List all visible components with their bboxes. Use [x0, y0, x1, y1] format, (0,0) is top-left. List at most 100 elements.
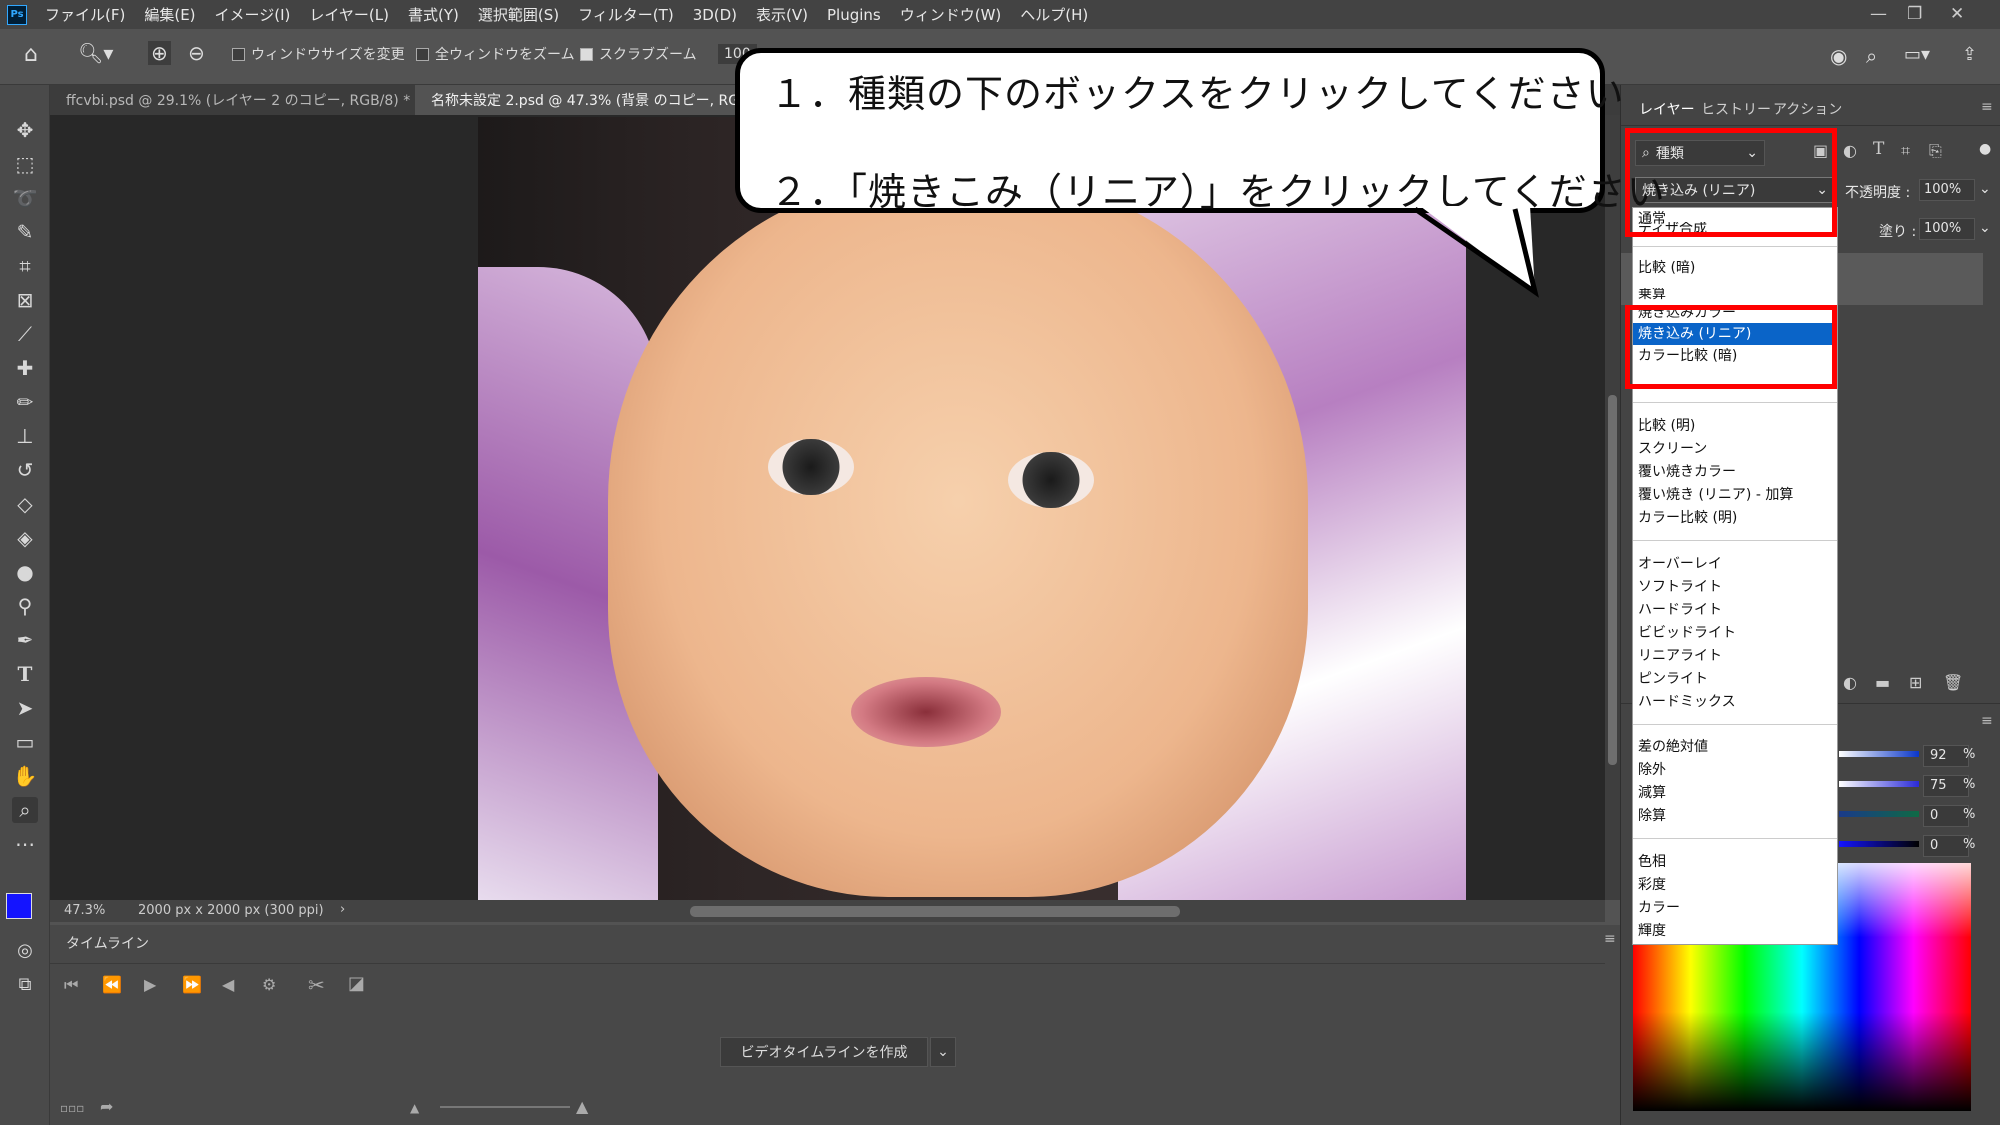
lasso-tool-icon[interactable]: ➰ — [12, 185, 38, 211]
tab-untitled-2[interactable]: 名称未設定 2.psd @ 47.3% (背景 のコピー, RGB — [415, 85, 787, 115]
zoom-all-checkbox[interactable]: 全ウィンドウをズーム — [416, 44, 575, 64]
menu-type[interactable]: 書式(Y) — [408, 4, 459, 25]
blend-divide[interactable]: 除算 — [1638, 805, 1834, 827]
chevron-down-icon[interactable]: ⌄ — [1979, 220, 1991, 236]
tab-layers[interactable]: レイヤー — [1639, 99, 1695, 119]
zoom-tool-icon[interactable]: ⌕ — [12, 797, 38, 823]
horizontal-scrollbar[interactable] — [690, 906, 1180, 917]
next-frame-icon[interactable]: ⏩ — [182, 975, 202, 994]
menu-help[interactable]: ヘルプ(H) — [1020, 4, 1088, 25]
blend-hue[interactable]: 色相 — [1638, 851, 1834, 873]
zoom-out-icon[interactable]: ⊖ — [188, 41, 205, 65]
healing-brush-tool-icon[interactable]: ✚ — [12, 355, 38, 381]
color-panel-menu-icon[interactable]: ≡ — [1981, 713, 1993, 729]
panel-menu-icon[interactable]: ≡ — [1981, 99, 1993, 115]
pen-tool-icon[interactable]: ✒ — [12, 627, 38, 653]
frame-mode-icon[interactable]: ▫▫▫ — [60, 1101, 84, 1115]
frame-tool-icon[interactable]: ⊠ — [12, 287, 38, 313]
filter-adjustment-icon[interactable]: ◐ — [1843, 141, 1857, 160]
zoom-in-icon[interactable]: ⊕ — [148, 41, 171, 65]
export-icon[interactable]: ⇪ — [1962, 44, 1977, 65]
restore-icon[interactable]: ❐ — [1907, 4, 1922, 24]
new-group-folder-icon[interactable]: ▬ — [1875, 673, 1890, 692]
blend-screen[interactable]: スクリーン — [1638, 438, 1834, 460]
zoom-level-readout[interactable]: 47.3% — [64, 903, 105, 918]
menu-file[interactable]: ファイル(F) — [45, 4, 125, 25]
timeline-menu-icon[interactable]: ≡ — [1604, 931, 1616, 947]
transition-icon[interactable]: ◪ — [348, 973, 365, 994]
screen-mode-icon[interactable]: ⧉ — [12, 971, 38, 997]
blend-color[interactable]: カラー — [1638, 897, 1834, 919]
new-layer-icon[interactable]: ⊞ — [1909, 673, 1922, 692]
eyedropper-tool-icon[interactable]: ⟋ — [12, 321, 38, 347]
first-frame-icon[interactable]: ⏮ — [64, 975, 78, 995]
more-tools-icon[interactable]: ⋯ — [12, 831, 38, 857]
paint-bucket-tool-icon[interactable]: ◈ — [12, 525, 38, 551]
close-icon[interactable]: ✕ — [1950, 4, 1964, 24]
menu-image[interactable]: イメージ(I) — [215, 4, 291, 25]
yellow-slider[interactable] — [1839, 811, 1919, 817]
filter-smart-object-icon[interactable]: ⎘ — [1929, 141, 1942, 161]
blend-linear-light[interactable]: リニアライト — [1638, 645, 1834, 667]
type-tool-icon[interactable]: T — [12, 661, 38, 687]
zoom-out-timeline-icon[interactable]: ▲ — [410, 1101, 419, 1115]
menu-plugins[interactable]: Plugins — [827, 6, 881, 24]
quick-select-tool-icon[interactable]: ✎ — [12, 219, 38, 245]
crop-tool-icon[interactable]: ⌗ — [12, 253, 38, 279]
blend-overlay[interactable]: オーバーレイ — [1638, 553, 1834, 575]
quick-mask-icon[interactable]: ◎ — [12, 937, 38, 963]
zoom-in-timeline-icon[interactable]: ▲ — [576, 1097, 588, 1116]
chevron-down-icon[interactable]: ⌄ — [1979, 181, 1991, 197]
render-arrow-icon[interactable]: ➦ — [100, 1097, 113, 1116]
tab-history[interactable]: ヒストリー — [1701, 99, 1771, 119]
marquee-tool-icon[interactable]: ⬚ — [12, 151, 38, 177]
blend-hard-light[interactable]: ハードライト — [1638, 599, 1834, 621]
settings-gear-icon[interactable]: ⚙ — [262, 975, 276, 994]
blend-multiply[interactable]: 乗算 — [1638, 288, 1834, 300]
foreground-color-swatch[interactable] — [6, 893, 32, 919]
minimize-icon[interactable]: — — [1870, 4, 1887, 24]
filter-toggle-icon[interactable]: ● — [1979, 141, 1991, 157]
menu-window[interactable]: ウィンドウ(W) — [900, 4, 1002, 25]
brush-tool-icon[interactable]: ✏ — [12, 389, 38, 415]
blend-soft-light[interactable]: ソフトライト — [1638, 576, 1834, 598]
stamp-tool-icon[interactable]: ⊥ — [12, 423, 38, 449]
create-video-timeline-button[interactable]: ビデオタイムラインを作成 — [720, 1037, 928, 1067]
filter-shape-icon[interactable]: ⌗ — [1901, 141, 1910, 161]
fill-field[interactable]: 100% — [1919, 218, 1975, 240]
blend-lighter-color[interactable]: カラー比較 (明) — [1638, 507, 1834, 529]
menu-filter[interactable]: フィルター(T) — [578, 4, 674, 25]
trash-icon[interactable]: 🗑︎ — [1943, 673, 1963, 692]
blend-vivid-light[interactable]: ビビッドライト — [1638, 622, 1834, 644]
scrubby-zoom-checkbox[interactable]: スクラブズーム — [580, 44, 697, 64]
adjustment-layer-icon[interactable]: ◐ — [1843, 673, 1857, 692]
blend-lighten[interactable]: 比較 (明) — [1638, 415, 1834, 437]
blend-exclusion[interactable]: 除外 — [1638, 759, 1834, 781]
blend-luminosity[interactable]: 輝度 — [1638, 920, 1834, 942]
blur-tool-icon[interactable]: ● — [12, 559, 38, 585]
dodge-tool-icon[interactable]: ⚲ — [12, 593, 38, 619]
blend-linear-dodge[interactable]: 覆い焼き (リニア) - 加算 — [1638, 484, 1834, 506]
black-slider[interactable] — [1839, 841, 1919, 847]
audio-icon[interactable]: ◀ — [222, 975, 234, 994]
tab-actions[interactable]: アクション — [1773, 99, 1842, 119]
share-icon[interactable]: ◉ — [1830, 44, 1847, 68]
filter-type-icon[interactable]: T — [1873, 139, 1884, 159]
eraser-tool-icon[interactable]: ◇ — [12, 491, 38, 517]
cyan-slider[interactable] — [1839, 751, 1919, 757]
vertical-scroll-thumb[interactable] — [1608, 395, 1617, 765]
search-icon[interactable]: ⌕ — [1866, 44, 1877, 68]
zoom-tool-preset-icon[interactable]: 🔍︎▾ — [78, 41, 113, 65]
menu-select[interactable]: 選択範囲(S) — [478, 4, 559, 25]
timeline-zoom-slider[interactable] — [440, 1106, 570, 1108]
menu-view[interactable]: 表示(V) — [756, 4, 808, 25]
menu-edit[interactable]: 編集(E) — [144, 4, 195, 25]
path-select-tool-icon[interactable]: ➤ — [12, 695, 38, 721]
vertical-scrollbar[interactable] — [1605, 115, 1620, 900]
home-icon[interactable]: ⌂ — [24, 42, 38, 67]
play-icon[interactable]: ▶ — [144, 975, 156, 994]
rectangle-tool-icon[interactable]: ▭ — [12, 729, 38, 755]
blend-hard-mix[interactable]: ハードミックス — [1638, 691, 1834, 713]
magenta-slider[interactable] — [1839, 781, 1919, 787]
move-tool-icon[interactable]: ✥ — [12, 117, 38, 143]
